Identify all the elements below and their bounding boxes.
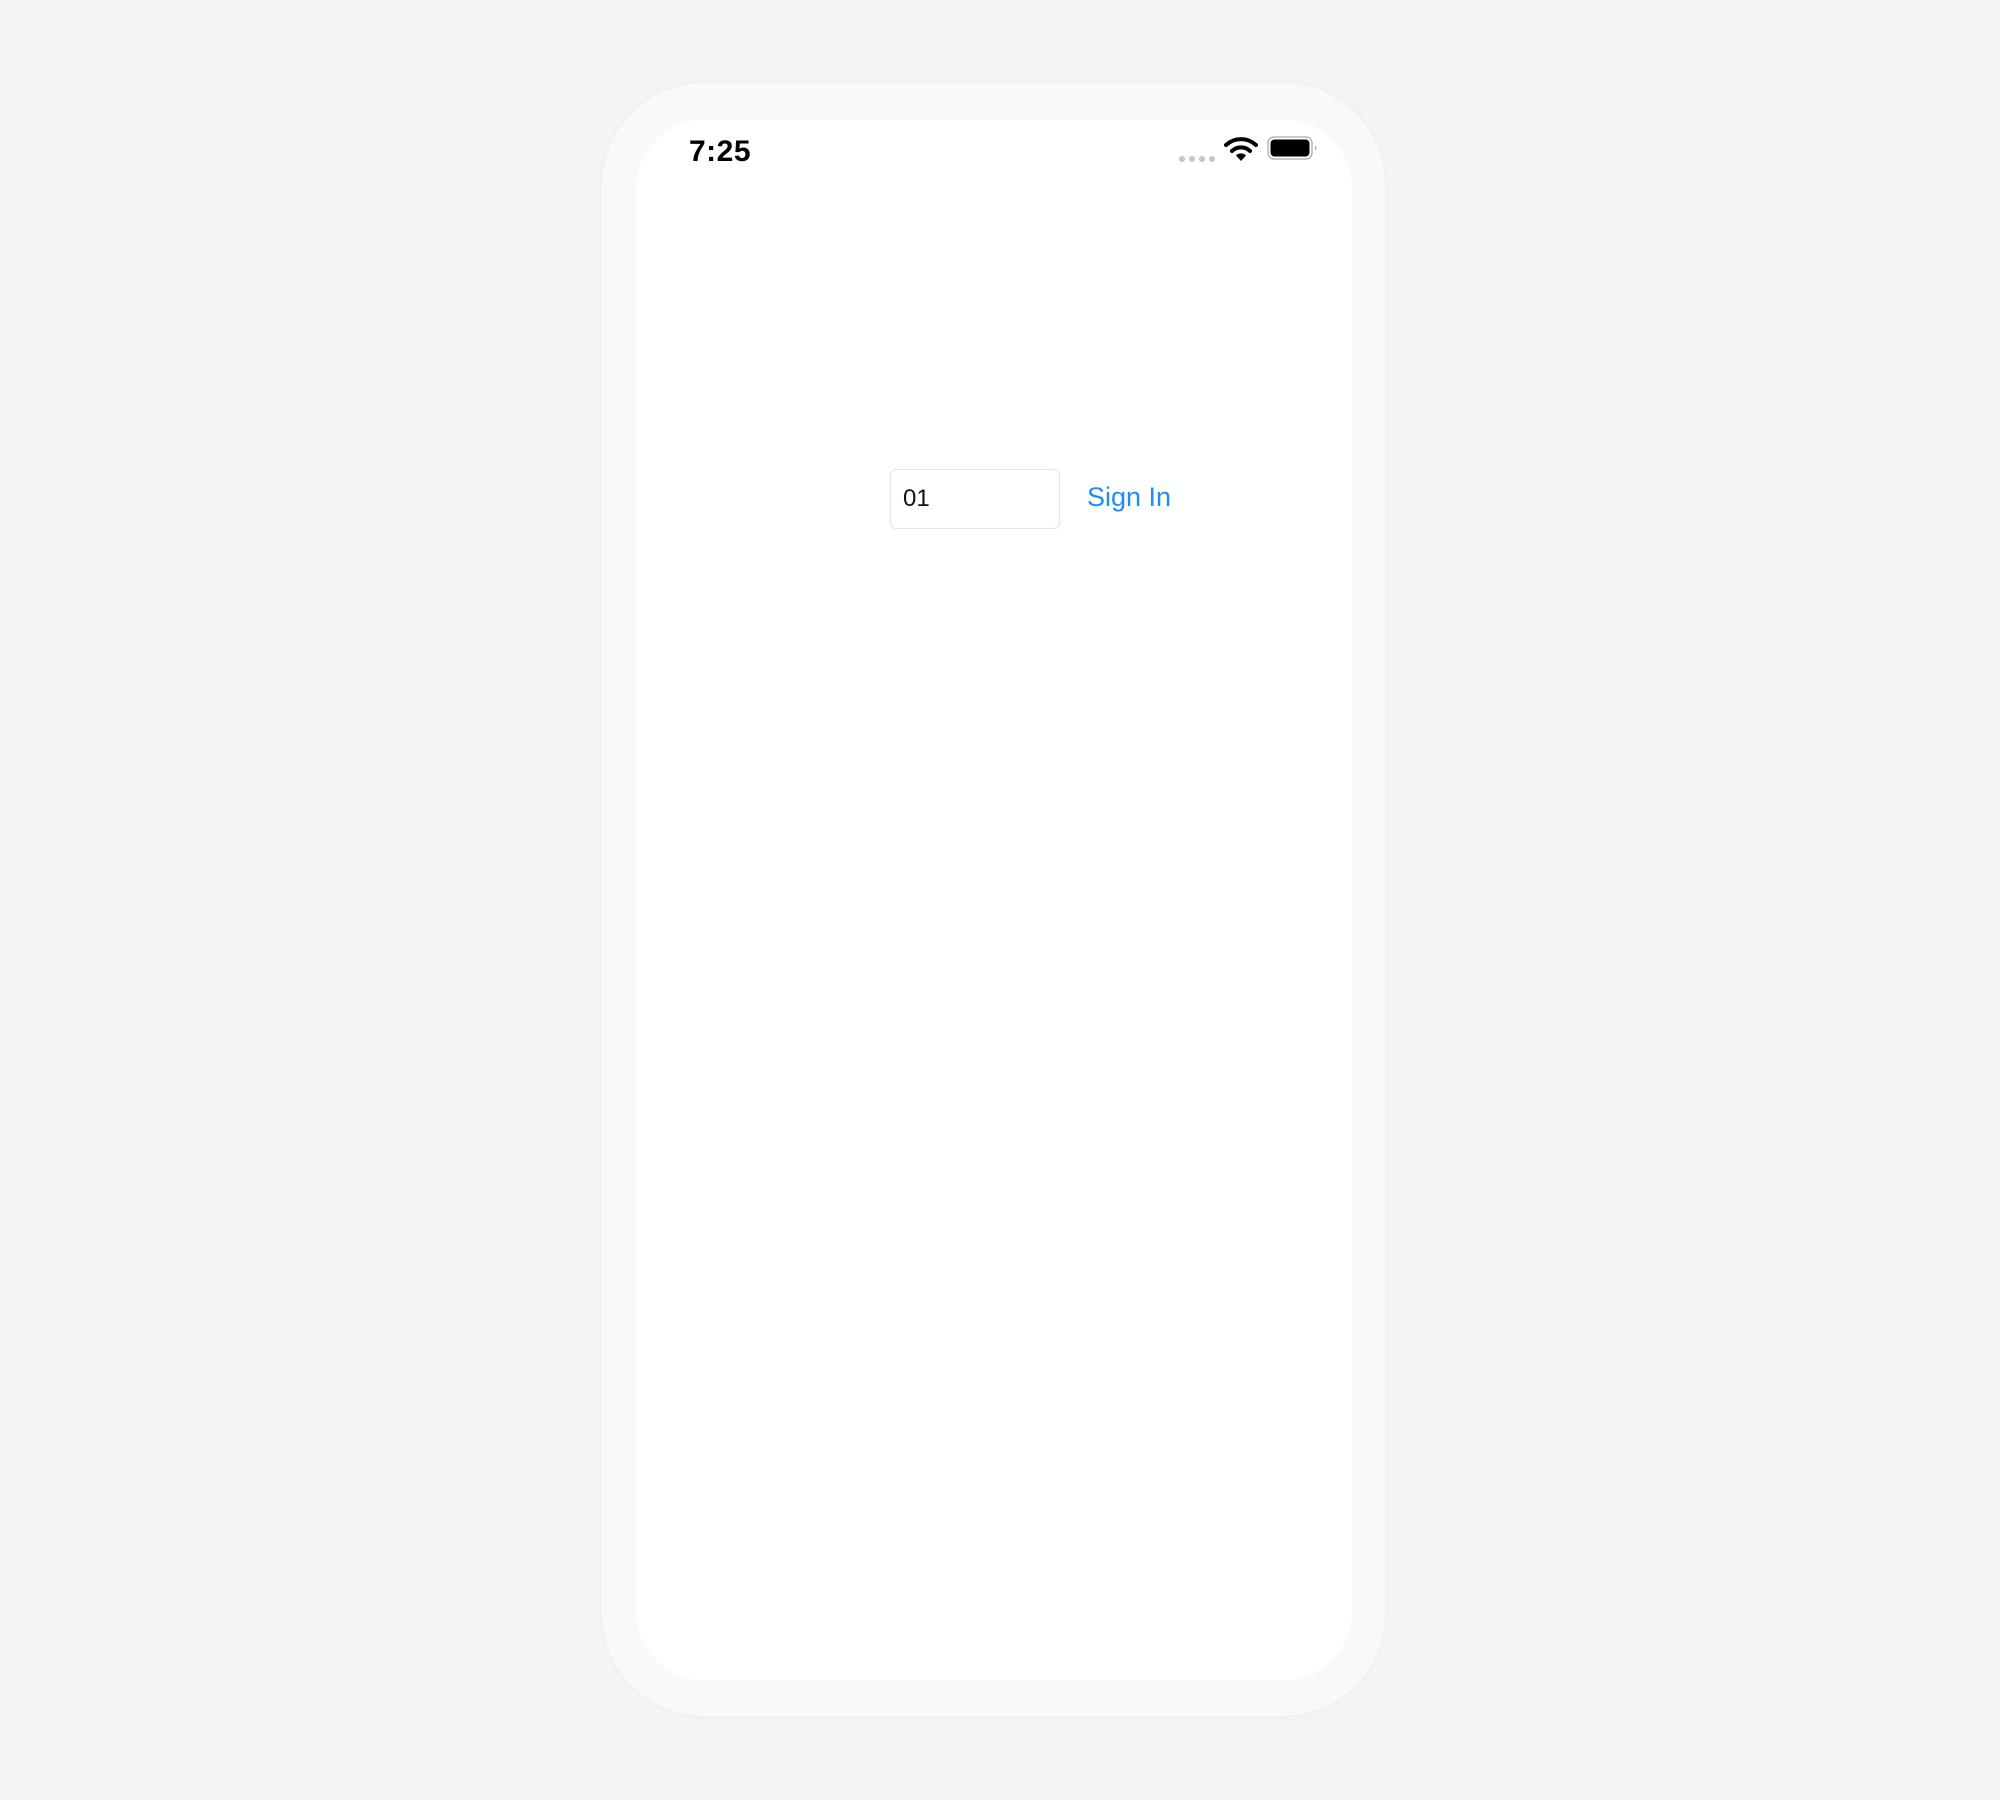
status-time: 7:25	[689, 135, 752, 168]
sign-in-button[interactable]: Sign In	[1079, 477, 1179, 517]
cellular-signal-icon	[1179, 156, 1215, 162]
code-input[interactable]	[890, 469, 1060, 529]
status-bar: 7:25	[636, 119, 1352, 199]
battery-icon	[1267, 136, 1317, 160]
app-screen: 7:25 Sign In	[636, 119, 1352, 1681]
device-frame: 7:25 Sign In	[602, 83, 1385, 1716]
wifi-icon	[1224, 137, 1258, 161]
